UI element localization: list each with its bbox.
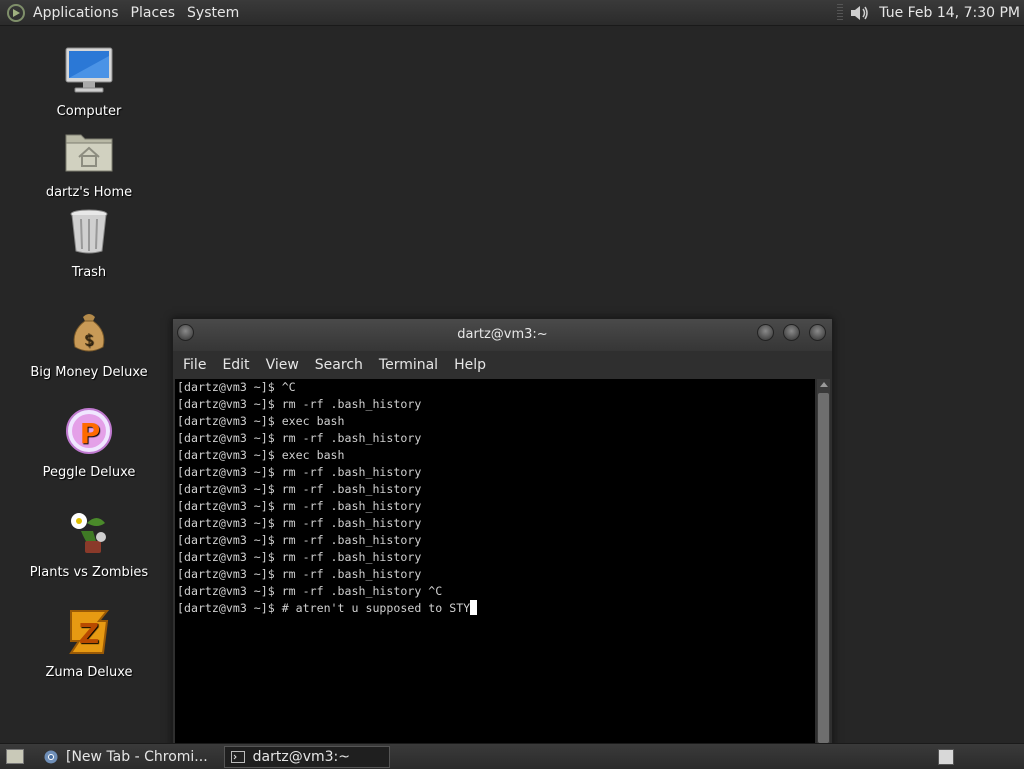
terminal-line: [dartz@vm3 ~]$ rm -rf .bash_history bbox=[177, 516, 422, 530]
terminal-line: [dartz@vm3 ~]$ rm -rf .bash_history bbox=[177, 482, 422, 496]
top-panel: Applications Places System Tue Feb 14, 7… bbox=[0, 0, 1024, 26]
desktop-icon-label: Big Money Deluxe bbox=[30, 365, 148, 380]
plants-vs-zombies-icon bbox=[71, 513, 106, 553]
terminal-line: [dartz@vm3 ~]$ rm -rf .bash_history bbox=[177, 567, 422, 581]
terminal-line: [dartz@vm3 ~]$ rm -rf .bash_history bbox=[177, 533, 422, 547]
menu-view[interactable]: View bbox=[260, 357, 309, 373]
svg-text:P: P bbox=[80, 417, 101, 450]
terminal-icon bbox=[230, 750, 245, 763]
home-folder-icon bbox=[65, 134, 113, 172]
desktop-icon-computer[interactable]: Computer bbox=[24, 46, 154, 119]
peggle-icon: P bbox=[66, 408, 112, 454]
desktop-icon-label: Peggle Deluxe bbox=[42, 465, 136, 480]
money-bag-icon: $ bbox=[73, 314, 105, 352]
close-button[interactable] bbox=[809, 324, 826, 341]
desktop-icon-label: dartz's Home bbox=[45, 185, 133, 200]
terminal-line: [dartz@vm3 ~]$ rm -rf .bash_history bbox=[177, 499, 422, 513]
volume-icon[interactable] bbox=[849, 3, 871, 23]
taskbar-item-chromium[interactable]: [New Tab - Chromi... bbox=[38, 746, 214, 768]
terminal-input-line[interactable]: [dartz@vm3 ~]$ # atren't u supposed to S… bbox=[177, 600, 815, 617]
scroll-up-arrow-icon[interactable] bbox=[817, 379, 830, 391]
panel-tray: Tue Feb 14, 7:30 PM bbox=[837, 3, 1024, 23]
svg-text:$: $ bbox=[84, 330, 94, 349]
desktop-icon-label: Computer bbox=[56, 104, 122, 119]
terminal-line: [dartz@vm3 ~]$ ^C bbox=[177, 380, 296, 394]
minimize-button[interactable] bbox=[757, 324, 774, 341]
clock[interactable]: Tue Feb 14, 7:30 PM bbox=[879, 5, 1020, 21]
trash-icon bbox=[70, 209, 108, 254]
terminal-line: [dartz@vm3 ~]$ rm -rf .bash_history bbox=[177, 465, 422, 479]
menu-places[interactable]: Places bbox=[127, 5, 184, 21]
menu-help[interactable]: Help bbox=[448, 357, 496, 373]
terminal-current-command: [dartz@vm3 ~]$ # atren't u supposed to S… bbox=[177, 601, 471, 615]
desktop-icon-peggle[interactable]: P Peggle Deluxe bbox=[24, 407, 154, 480]
desktop-icon-label: Plants vs Zombies bbox=[29, 565, 149, 580]
menu-search[interactable]: Search bbox=[309, 357, 373, 373]
desktop-icon-big-money[interactable]: $ Big Money Deluxe bbox=[24, 307, 154, 380]
show-desktop-icon[interactable] bbox=[6, 749, 24, 764]
panel-handle bbox=[837, 3, 844, 22]
taskbar-item-label: dartz@vm3:~ bbox=[252, 748, 350, 765]
terminal-line: [dartz@vm3 ~]$ exec bash bbox=[177, 448, 345, 462]
terminal-line: [dartz@vm3 ~]$ rm -rf .bash_history bbox=[177, 397, 422, 411]
menu-terminal[interactable]: Terminal bbox=[373, 357, 448, 373]
terminal-scrollbar[interactable] bbox=[817, 379, 830, 747]
menu-edit[interactable]: Edit bbox=[216, 357, 259, 373]
desktop-icon-trash[interactable]: Trash bbox=[24, 207, 154, 280]
scroll-thumb[interactable] bbox=[818, 393, 829, 743]
bottom-panel: [New Tab - Chromi... dartz@vm3:~ bbox=[0, 743, 1024, 769]
terminal-menu-bar: File Edit View Search Terminal Help bbox=[173, 351, 832, 379]
taskbar-item-terminal[interactable]: dartz@vm3:~ bbox=[223, 745, 390, 768]
chromium-icon bbox=[44, 750, 58, 763]
text-cursor bbox=[470, 600, 478, 615]
menu-file[interactable]: File bbox=[177, 357, 216, 373]
terminal-line: [dartz@vm3 ~]$ rm -rf .bash_history bbox=[177, 550, 422, 564]
desktop-icon-plants-vs-zombies[interactable]: Plants vs Zombies bbox=[24, 507, 154, 580]
terminal-line: [dartz@vm3 ~]$ rm -rf .bash_history bbox=[177, 431, 422, 445]
maximize-button[interactable] bbox=[783, 324, 800, 341]
window-title: dartz@vm3:~ bbox=[457, 327, 548, 342]
applications-logo-icon[interactable] bbox=[7, 3, 25, 22]
zuma-icon: Z bbox=[69, 610, 110, 654]
workspace-switcher[interactable] bbox=[938, 748, 954, 765]
terminal-output[interactable]: [dartz@vm3 ~]$ ^C [dartz@vm3 ~]$ rm -rf … bbox=[175, 379, 815, 747]
desktop-icon-home[interactable]: dartz's Home bbox=[24, 127, 154, 200]
desktop-icon-zuma[interactable]: Z Zuma Deluxe bbox=[24, 607, 154, 680]
desktop-icon-label: Trash bbox=[71, 265, 107, 280]
computer-icon bbox=[65, 47, 113, 93]
terminal-line: [dartz@vm3 ~]$ exec bash bbox=[177, 414, 345, 428]
desktop-icon-label: Zuma Deluxe bbox=[45, 665, 133, 680]
menu-applications[interactable]: Applications bbox=[29, 5, 127, 21]
menu-system[interactable]: System bbox=[183, 5, 247, 21]
taskbar-item-label: [New Tab - Chromi... bbox=[66, 748, 208, 765]
terminal-title-bar[interactable]: dartz@vm3:~ bbox=[173, 319, 832, 351]
terminal-line: [dartz@vm3 ~]$ rm -rf .bash_history ^C bbox=[177, 584, 443, 598]
svg-text:Z: Z bbox=[79, 617, 99, 650]
terminal-window[interactable]: dartz@vm3:~ File Edit View Search Termin… bbox=[172, 318, 833, 750]
